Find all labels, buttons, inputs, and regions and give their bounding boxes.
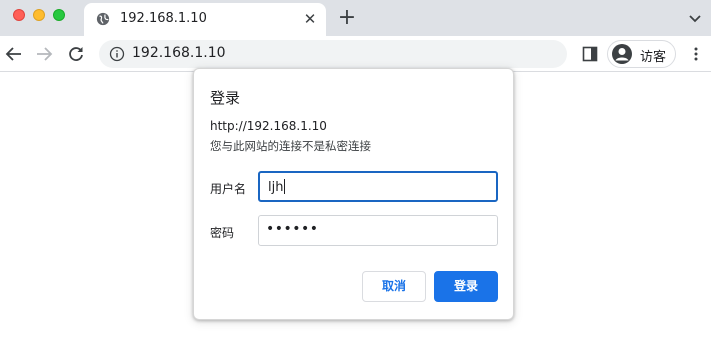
login-dialog: 登录 http://192.168.1.10 您与此网站的连接不是私密连接 用户… [193, 68, 514, 320]
reload-icon[interactable] [66, 44, 86, 64]
back-arrow-icon[interactable] [4, 44, 24, 64]
profile-label: 访客 [640, 50, 667, 65]
forward-arrow-icon[interactable] [34, 44, 54, 64]
tab-strip: 192.168.1.10 ✕ + [0, 0, 711, 36]
login-button[interactable]: 登录 [434, 271, 498, 302]
avatar-icon [612, 44, 632, 64]
globe-icon [96, 12, 110, 26]
browser-toolbar: 192.168.1.10 访客 [0, 36, 711, 72]
more-menu-icon[interactable] [688, 46, 704, 62]
connection-warning: 您与此网站的连接不是私密连接 [210, 139, 371, 153]
dialog-origin: http://192.168.1.10 [210, 119, 327, 133]
new-tab-button[interactable]: + [337, 7, 357, 29]
password-field[interactable]: •••••• [258, 215, 498, 246]
browser-tab[interactable]: 192.168.1.10 ✕ [84, 3, 326, 36]
side-panel-icon[interactable] [582, 46, 598, 62]
password-value[interactable]: •••••• [266, 221, 319, 237]
username-field[interactable]: ljh [258, 171, 498, 202]
info-icon[interactable] [109, 46, 125, 62]
address-bar[interactable]: 192.168.1.10 [99, 40, 567, 68]
profile-button[interactable]: 访客 [607, 40, 676, 68]
username-label: 用户名 [210, 182, 247, 196]
password-label: 密码 [210, 226, 235, 240]
dialog-title: 登录 [210, 89, 241, 107]
tab-close-icon[interactable]: ✕ [302, 11, 318, 27]
url-text[interactable]: 192.168.1.10 [132, 45, 226, 61]
window-close-button[interactable] [13, 9, 25, 21]
chevron-down-icon[interactable] [687, 10, 703, 26]
cancel-button[interactable]: 取消 [362, 271, 426, 302]
window-minimize-button[interactable] [33, 9, 45, 21]
tab-title: 192.168.1.10 [120, 11, 207, 26]
text-caret [284, 179, 286, 194]
username-value[interactable]: ljh [268, 179, 286, 195]
window-zoom-button[interactable] [53, 9, 65, 21]
